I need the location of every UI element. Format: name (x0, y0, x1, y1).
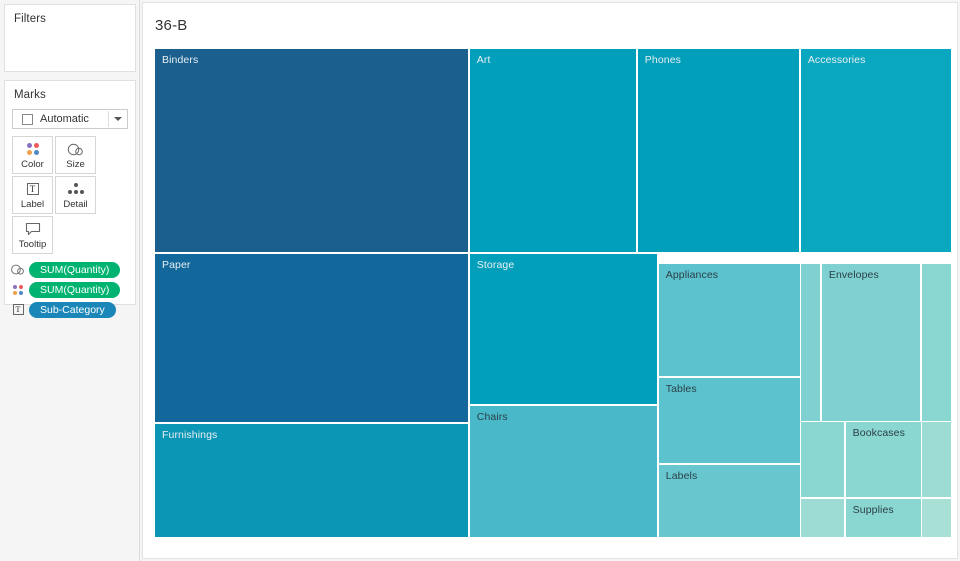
pill-row-size: SUM(Quantity) (10, 261, 135, 278)
chevron-down-icon (114, 117, 122, 121)
pill-sum-quantity-size[interactable]: SUM(Quantity) (29, 261, 121, 278)
treemap-tile-label: Chairs (476, 411, 508, 423)
treemap-tile[interactable] (799, 420, 845, 498)
treemap-tile[interactable]: Binders (154, 48, 469, 254)
tooltip-button-label: Tooltip (18, 239, 47, 250)
size-circles-icon (10, 263, 26, 277)
color-button[interactable]: Color (12, 136, 53, 174)
treemap-tile-label: Phones (644, 54, 681, 66)
color-dots-icon (26, 140, 39, 158)
treemap-tile[interactable] (799, 498, 845, 538)
treemap-tile[interactable]: Chairs (468, 405, 658, 538)
treemap-tile[interactable]: Appliances (657, 263, 821, 378)
treemap-tile-label: Labels (665, 470, 698, 482)
treemap-tile[interactable]: Phones (636, 48, 800, 254)
treemap-tile[interactable]: Storage (468, 253, 658, 405)
worksheet-canvas: 36-B Binders Paper Furnishings Art Storage Ch… (142, 2, 958, 559)
treemap-tile[interactable]: Accessories (799, 48, 952, 254)
treemap-tile[interactable]: Art (468, 48, 637, 254)
pill-row-color: SUM(Quantity) (10, 281, 135, 298)
treemap-tile-label: Furnishings (162, 428, 218, 441)
detail-button[interactable]: Detail (55, 176, 96, 214)
detail-button-label: Detail (63, 199, 88, 210)
treemap-chart: Binders Paper Furnishings Art Storage Chairs P… (154, 48, 952, 538)
treemap-tile-label: Supplies (852, 504, 894, 517)
treemap-tile-label: Paper (162, 259, 191, 272)
size-button-label: Size (66, 159, 85, 170)
page-title: 36-B (155, 17, 188, 34)
pill-sub-category-label[interactable]: Sub-Category (29, 301, 116, 318)
square-icon (22, 113, 33, 125)
visualization-area: 36-B Binders Paper Furnishings Art Storage Ch… (140, 0, 960, 561)
treemap-tile[interactable]: Labels (657, 464, 821, 538)
treemap-tile-label: Envelopes (828, 269, 879, 281)
label-button[interactable]: T Label (12, 176, 53, 214)
pill-row-label: T Sub-Category (10, 301, 135, 318)
text-label-icon: T (10, 303, 26, 317)
color-dots-icon (10, 283, 26, 297)
treemap-tile-label: Art (476, 54, 491, 66)
marks-card-title: Marks (14, 89, 46, 101)
tooltip-icon (24, 220, 42, 238)
treemap-tile-label: Tables (665, 382, 697, 395)
text-label-icon: T (26, 180, 39, 198)
marks-side-panel: Filters Marks Automatic Color Size T Lab… (0, 0, 140, 561)
treemap-tile-label: Appliances (665, 269, 719, 281)
treemap-tile[interactable]: Tables (657, 376, 821, 464)
marks-card: Marks Automatic Color Size T Label Detai… (4, 80, 136, 318)
treemap-tile-label: Bookcases (852, 426, 905, 439)
tooltip-button[interactable]: Tooltip (12, 216, 53, 254)
size-circles-icon (66, 140, 86, 158)
color-button-label: Color (21, 159, 44, 170)
tableau-worksheet-window: Filters Marks Automatic Color Size T Lab… (0, 0, 960, 561)
treemap-tile-label: Storage (476, 259, 515, 272)
mark-type-dropdown[interactable]: Automatic (12, 109, 128, 129)
filters-card-title: Filters (14, 13, 47, 25)
marks-pills-list: SUM(Quantity) SUM(Quantity) T Sub-Catego… (5, 255, 135, 318)
treemap-tile[interactable]: Furnishings (154, 422, 469, 538)
treemap-tile-label: Binders (162, 54, 199, 66)
treemap-tile[interactable] (920, 420, 952, 498)
treemap-tile-label: Accessories (807, 54, 866, 66)
treemap-tile[interactable]: Paper (154, 253, 469, 423)
filters-card: Filters (4, 4, 136, 72)
label-button-label: Label (20, 199, 45, 210)
size-button[interactable]: Size (55, 136, 96, 174)
treemap-tile[interactable] (920, 498, 952, 538)
dropdown-divider (108, 111, 109, 127)
pill-sum-quantity-color[interactable]: SUM(Quantity) (29, 281, 121, 298)
detail-dots-icon (66, 180, 86, 198)
mark-type-label: Automatic (40, 113, 89, 125)
marks-buttons-group: Color Size T Label Detail Tooltip (5, 129, 135, 255)
